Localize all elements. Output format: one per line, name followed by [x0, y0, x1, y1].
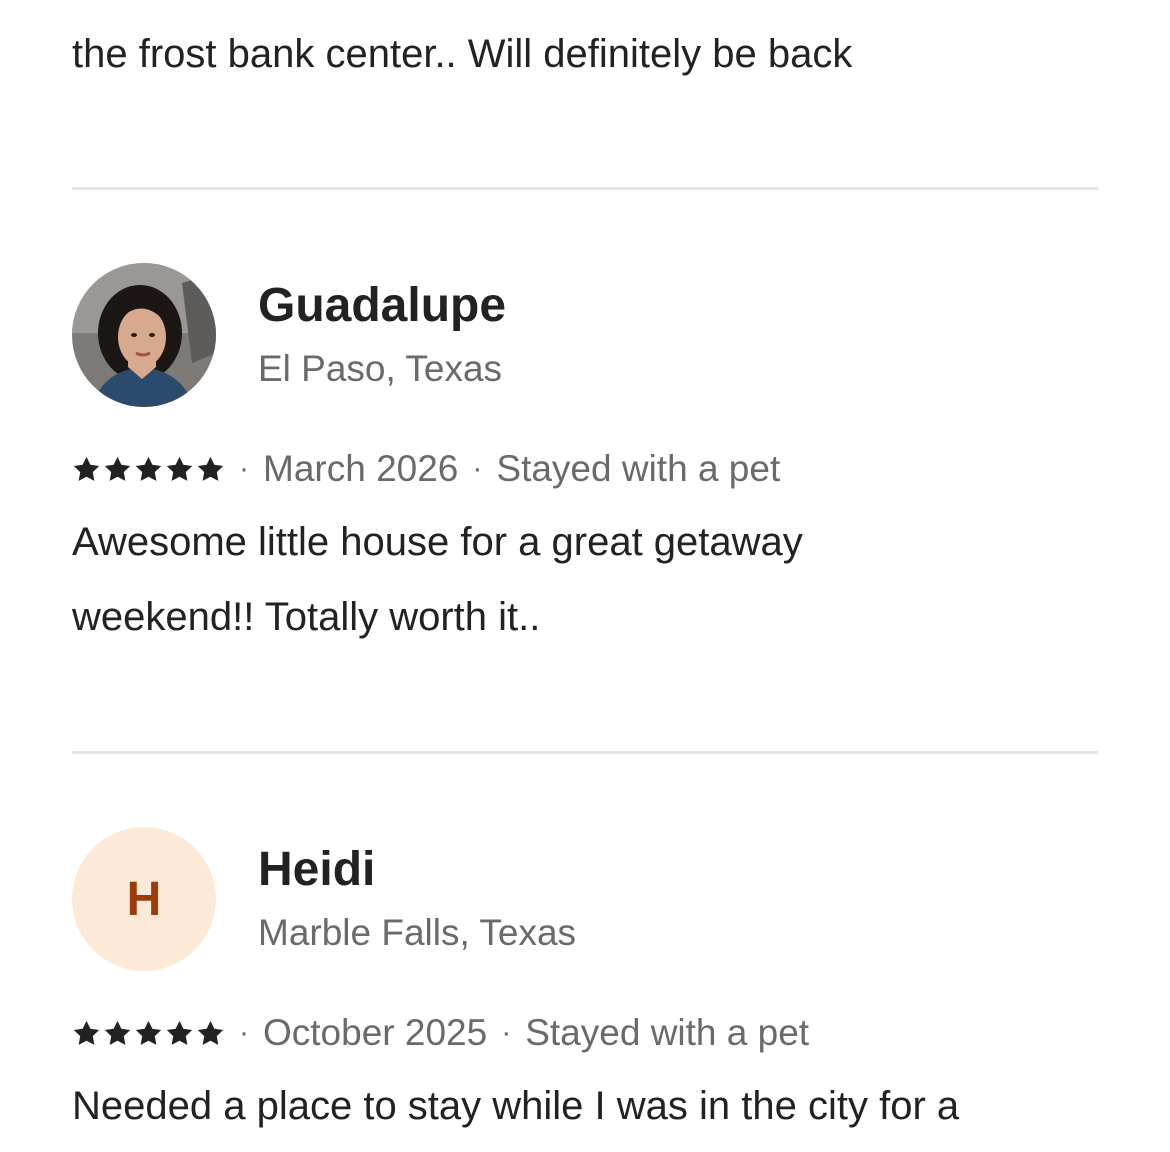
trip-type: Stayed with a pet: [496, 448, 781, 489]
review-text: Needed a place to stay while I was in th…: [72, 1069, 1098, 1144]
star-icon: [135, 456, 162, 481]
separator-dot: ·: [472, 452, 483, 485]
star-icon: [197, 1020, 224, 1045]
review-date: October 2025: [263, 1012, 488, 1053]
divider: [72, 751, 1098, 754]
avatar-photo-icon: [72, 263, 216, 407]
star-icon: [73, 456, 100, 481]
review-text: Awesome little house for a great getaway…: [72, 505, 1098, 655]
star-rating: [72, 455, 225, 484]
star-icon: [166, 456, 193, 481]
reviewer-location: El Paso, Texas: [258, 348, 503, 389]
review-text-line: Awesome little house for a great getaway: [72, 520, 803, 564]
star-rating: [72, 1019, 225, 1048]
reviewer-name: Heidi: [258, 843, 376, 896]
avatar-initial-letter: H: [126, 872, 162, 926]
star-icon: [197, 456, 224, 481]
reviewer-name: Guadalupe: [258, 279, 507, 332]
previous-review-text: the frost bank center.. Will definitely …: [72, 32, 853, 76]
star-icon: [166, 1020, 193, 1045]
review-meta: · October 2025 · Stayed with a pet: [72, 1008, 809, 1058]
review-text-line: weekend!! Totally worth it..: [72, 595, 541, 639]
separator-dot: ·: [501, 1016, 512, 1049]
star-icon: [73, 1020, 100, 1045]
trip-type: Stayed with a pet: [525, 1012, 810, 1053]
separator-dot: ·: [239, 1016, 249, 1049]
star-icon: [135, 1020, 162, 1045]
star-icon: [104, 1020, 131, 1045]
separator-dot: ·: [239, 452, 249, 485]
reviewer-avatar-photo[interactable]: [72, 263, 216, 407]
divider: [72, 187, 1098, 190]
review-meta: · March 2026 · Stayed with a pet: [72, 444, 780, 494]
review-date: March 2026: [263, 448, 459, 489]
reviewer-avatar-initial[interactable]: H: [72, 827, 216, 971]
reviewer-location: Marble Falls, Texas: [258, 912, 577, 953]
review-text-line: Needed a place to stay while I was in th…: [72, 1084, 960, 1128]
star-icon: [104, 456, 131, 481]
